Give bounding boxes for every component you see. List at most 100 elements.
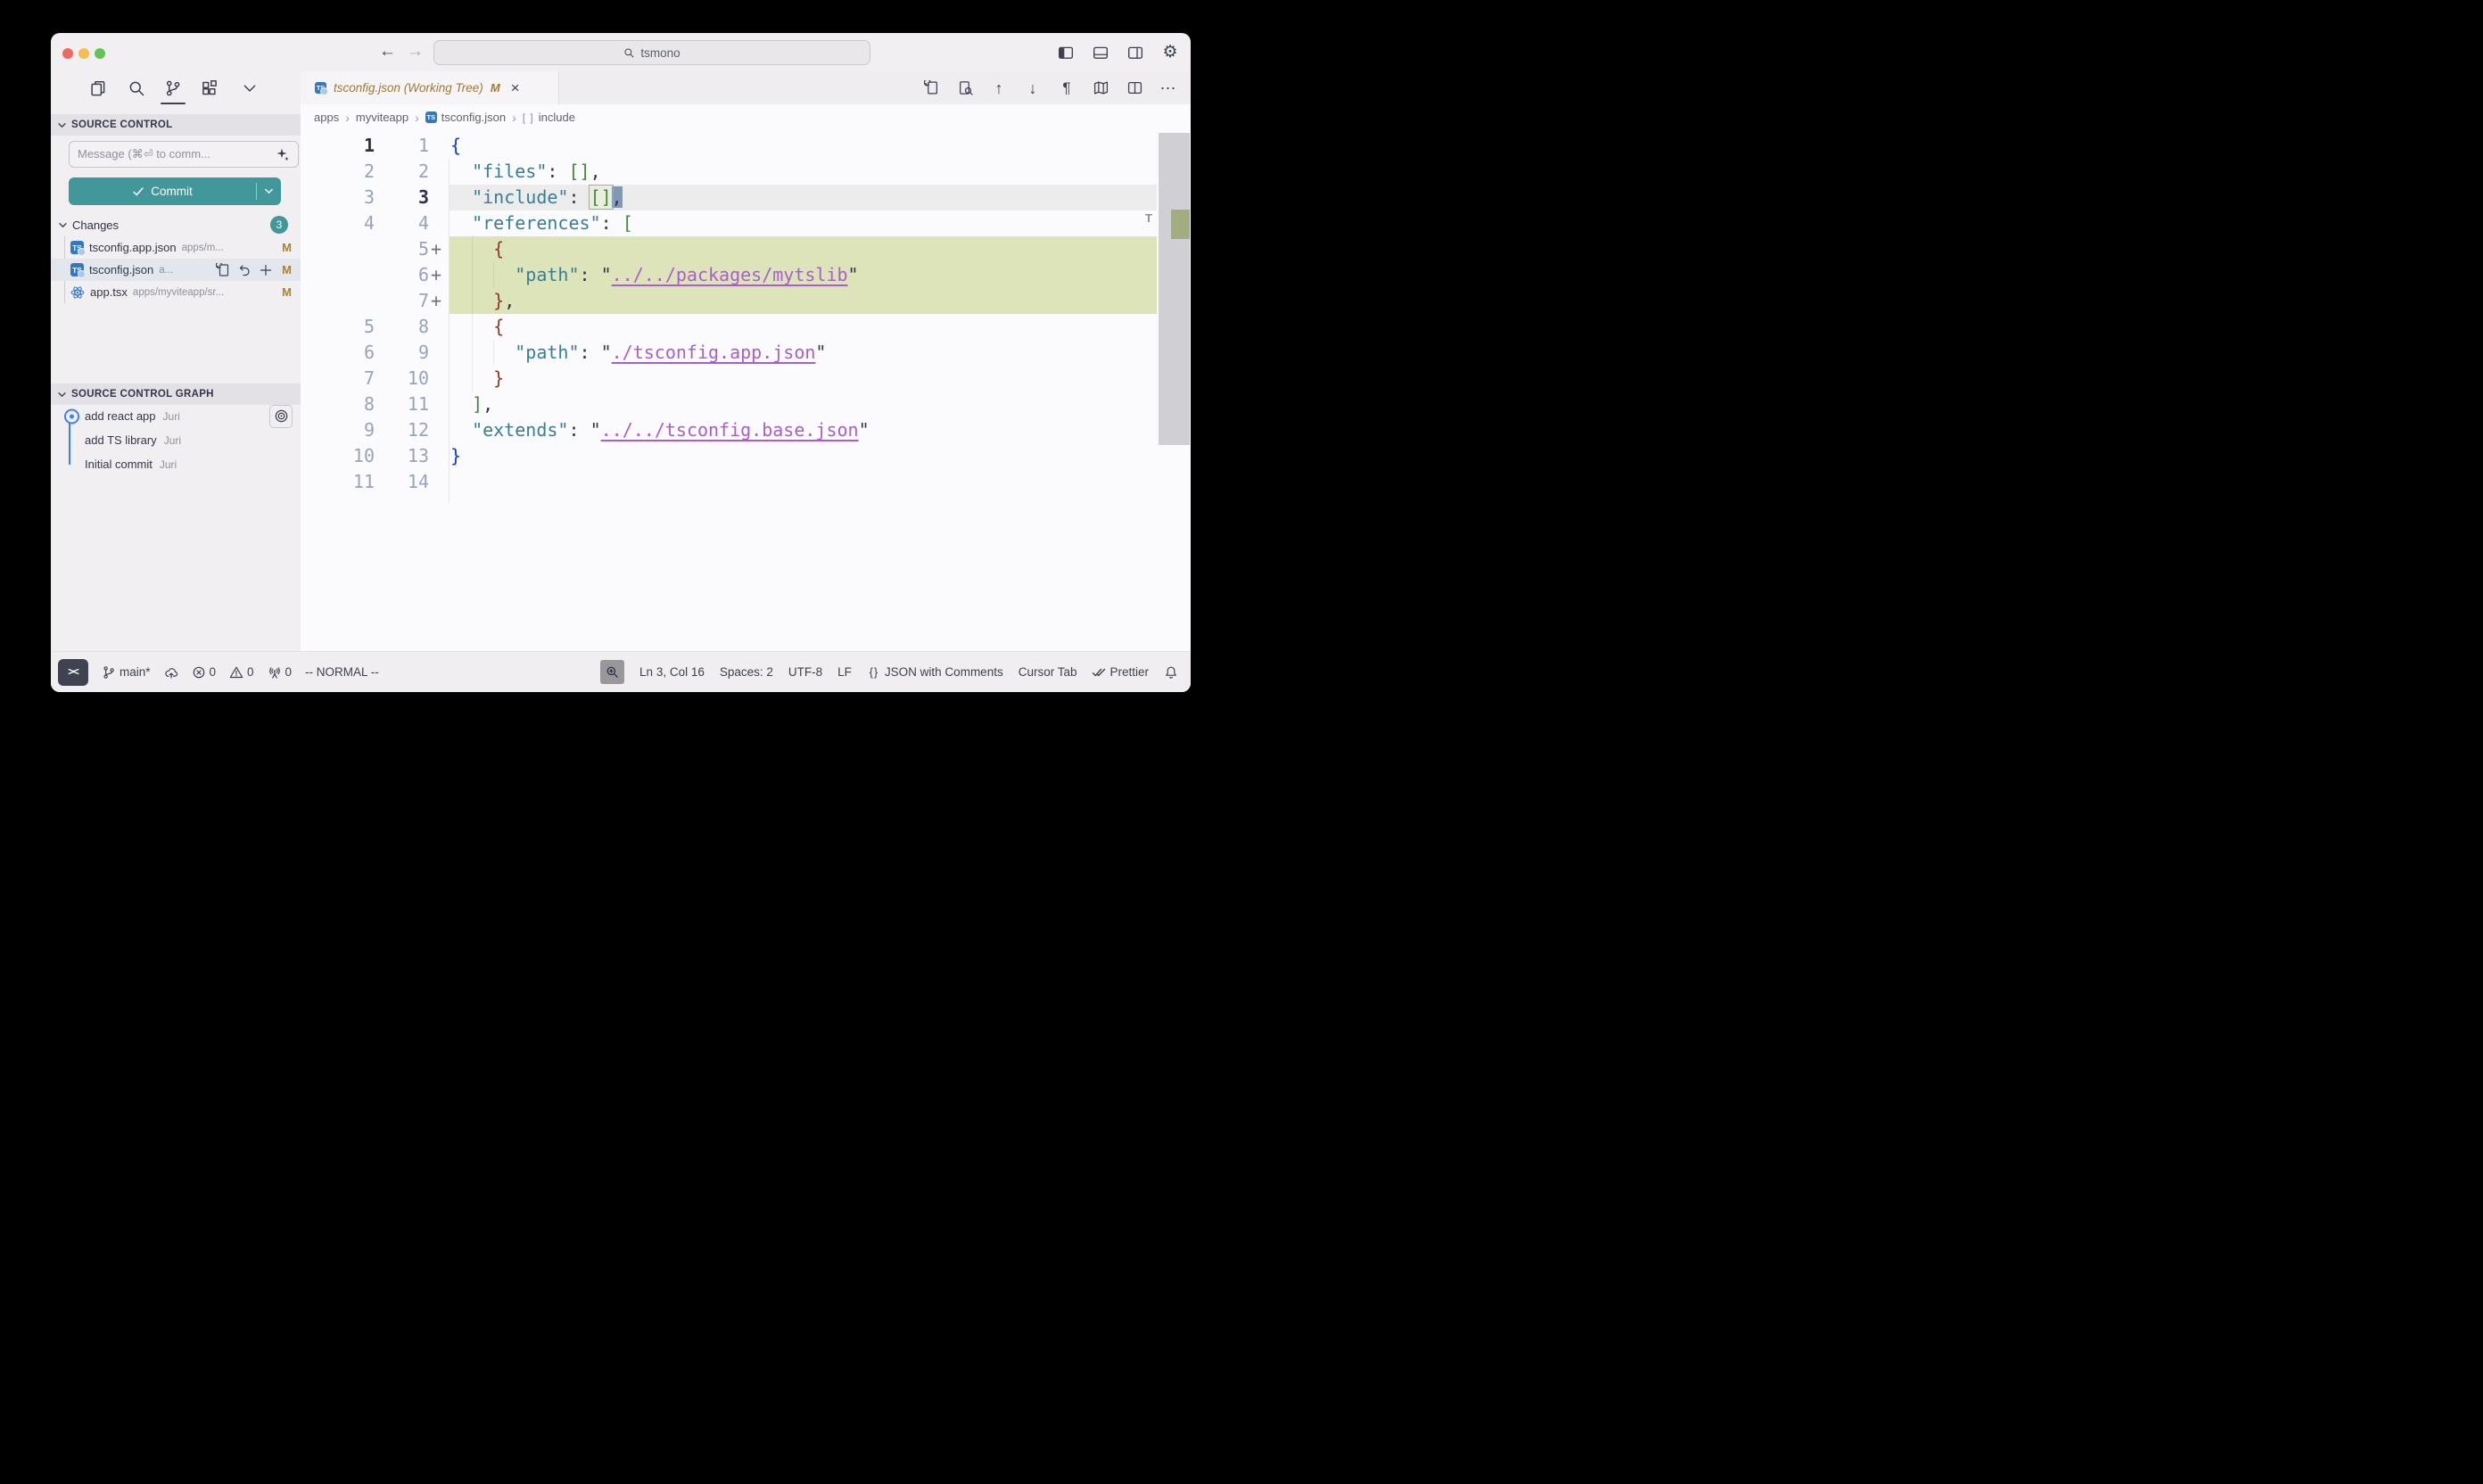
breadcrumb-item-myviteapp[interactable]: myviteapp: [356, 111, 408, 124]
modified-line-number: 14: [375, 469, 429, 495]
chevron-down-icon: [57, 390, 67, 400]
code-text: "include": [],: [450, 185, 623, 210]
code-line-1[interactable]: 11{: [301, 133, 1191, 159]
commit-row-add-TS-library[interactable]: add TS libraryJuri: [51, 428, 301, 452]
warnings-item[interactable]: 0: [229, 665, 254, 680]
commit-author: Juri: [164, 434, 181, 447]
window-zoom-button[interactable]: [95, 48, 105, 59]
commit-row-Initial-commit[interactable]: Initial commitJuri: [51, 452, 301, 476]
breadcrumb-item-tsconfig.json[interactable]: TStsconfig.json: [425, 111, 506, 124]
settings-gear-icon[interactable]: ⚙: [1161, 44, 1179, 62]
sync-item[interactable]: [164, 665, 178, 680]
layout-sidebar-right-icon[interactable]: [1126, 44, 1144, 62]
file-search-icon[interactable]: [957, 80, 973, 96]
map-icon[interactable]: [1093, 80, 1109, 96]
commit-message-input[interactable]: Message (⌘⏎ to comm...: [69, 141, 299, 168]
open-changes-icon[interactable]: [923, 80, 939, 96]
commit-dropdown-button[interactable]: [257, 186, 281, 197]
code-line-14[interactable]: 1114: [301, 469, 1191, 495]
source-control-header[interactable]: SOURCE CONTROL: [51, 114, 301, 136]
code-text: ],: [450, 392, 493, 417]
source-control-graph-header[interactable]: SOURCE CONTROL GRAPH: [51, 383, 301, 405]
original-line-number: 7: [301, 366, 375, 392]
window-minimize-button[interactable]: [78, 48, 89, 59]
window-close-button[interactable]: [62, 48, 73, 59]
search-icon: [128, 79, 145, 97]
file-path: apps/m...: [182, 243, 224, 253]
changes-file-row-app.tsx[interactable]: app.tsxapps/myviteapp/sr...M: [51, 281, 301, 303]
branch-item-label: main*: [120, 665, 151, 679]
ports-item-label: 0: [285, 665, 293, 679]
stage-icon[interactable]: [259, 263, 273, 277]
tab-tsconfig-working-tree[interactable]: TS tsconfig.json (Working Tree) M ×: [301, 71, 559, 104]
code-line-4[interactable]: 44 "references": [: [301, 210, 1191, 236]
braces-icon: {}: [867, 665, 881, 680]
code-line-8[interactable]: 58 {: [301, 314, 1191, 340]
warnings-item-label: 0: [247, 665, 254, 679]
vim-mode-item-label: -- NORMAL --: [305, 665, 379, 679]
code-line-5[interactable]: 5+ {: [301, 236, 1191, 262]
breadcrumb-item-apps[interactable]: apps: [314, 111, 339, 124]
changes-file-row-tsconfig.app.json[interactable]: TStsconfig.app.jsonapps/m...M: [51, 236, 301, 259]
code-line-2[interactable]: 22 "files": [],: [301, 159, 1191, 185]
cursor-position-item[interactable]: Ln 3, Col 16: [639, 665, 705, 679]
goto-commit-button[interactable]: [269, 405, 293, 428]
activity-bar: [51, 71, 301, 105]
cursor-tab-item[interactable]: Cursor Tab: [1019, 665, 1077, 679]
formatter-item[interactable]: Prettier: [1092, 665, 1149, 680]
forward-arrow-icon[interactable]: →: [407, 40, 424, 63]
activity-bar-item-search[interactable]: [126, 78, 147, 99]
code-line-10[interactable]: 710 }: [301, 366, 1191, 392]
views-more-icon: [241, 79, 259, 97]
commit-button[interactable]: Commit: [69, 177, 281, 205]
encoding-item[interactable]: UTF-8: [788, 665, 822, 679]
ports-item[interactable]: 0: [268, 665, 293, 680]
next-change-icon[interactable]: ↓: [1025, 80, 1041, 96]
changes-file-row-tsconfig.json[interactable]: TStsconfig.jsona...M: [51, 259, 301, 281]
zoom-indicator[interactable]: [600, 660, 624, 684]
layout-panel-icon[interactable]: [1092, 44, 1110, 62]
changes-section-header[interactable]: Changes 3: [51, 214, 301, 236]
layout-sidebar-left-icon[interactable]: [1057, 44, 1075, 62]
code-line-12[interactable]: 912 "extends": "../../tsconfig.base.json…: [301, 417, 1191, 443]
commit-row-add-react-app[interactable]: add react appJuri: [51, 404, 301, 428]
code-line-7[interactable]: 7+ },: [301, 288, 1191, 314]
original-line-number: 11: [301, 469, 375, 495]
code-line-11[interactable]: 811 ],: [301, 392, 1191, 417]
diff-editor-content[interactable]: T 11{22 "files": [],33 "include": [],44 …: [301, 130, 1191, 652]
activity-bar-item-extensions[interactable]: [199, 78, 220, 99]
original-line-number: 4: [301, 210, 375, 236]
sparkle-icon[interactable]: [276, 147, 290, 161]
close-icon[interactable]: ×: [511, 80, 520, 95]
back-arrow-icon[interactable]: ←: [379, 40, 396, 63]
activity-bar-item-views-more[interactable]: [239, 78, 260, 99]
vim-mode-item[interactable]: -- NORMAL --: [305, 665, 379, 679]
branch-item[interactable]: main*: [102, 665, 151, 680]
more-actions-icon[interactable]: ⋯: [1160, 80, 1176, 96]
status-bar: >< main* 0 0 0 -- NORMAL -- Ln 3, Col 16 Space…: [51, 651, 1191, 692]
code-line-9[interactable]: 69 "path": "./tsconfig.app.json": [301, 340, 1191, 366]
errors-item[interactable]: 0: [192, 665, 217, 680]
activity-bar-item-source-control[interactable]: [162, 78, 184, 99]
breadcrumb-item-include[interactable]: [ ]include: [523, 111, 575, 124]
go-to-file-icon[interactable]: [216, 263, 230, 277]
discard-icon[interactable]: [237, 263, 252, 277]
vscode-window: ← → tsmono ⚙ SOURCE CONTROL Message (⌘⏎ …: [51, 33, 1191, 692]
prev-change-icon[interactable]: ↑: [991, 80, 1007, 96]
command-center-search[interactable]: tsmono: [433, 40, 870, 65]
activity-bar-item-explorer[interactable]: [87, 78, 109, 99]
added-line-highlight: [450, 288, 1157, 314]
notifications-bell[interactable]: [1164, 665, 1178, 680]
changes-count-badge: 3: [270, 216, 288, 234]
split-editor-icon[interactable]: [1126, 80, 1143, 96]
code-line-6[interactable]: 6+ "path": "../../packages/mytslib": [301, 262, 1191, 288]
indentation-item[interactable]: Spaces: 2: [720, 665, 773, 679]
code-line-3[interactable]: 33 "include": [],: [301, 185, 1191, 210]
modified-line-number: 1: [375, 133, 429, 159]
code-line-13[interactable]: 1013}: [301, 443, 1191, 469]
typescript-file-icon: TS: [70, 263, 84, 276]
whitespace-icon[interactable]: ¶: [1059, 80, 1075, 96]
eol-item[interactable]: LF: [837, 665, 852, 679]
language-item[interactable]: {}JSON with Comments: [867, 665, 1003, 680]
remote-indicator[interactable]: ><: [58, 659, 88, 686]
